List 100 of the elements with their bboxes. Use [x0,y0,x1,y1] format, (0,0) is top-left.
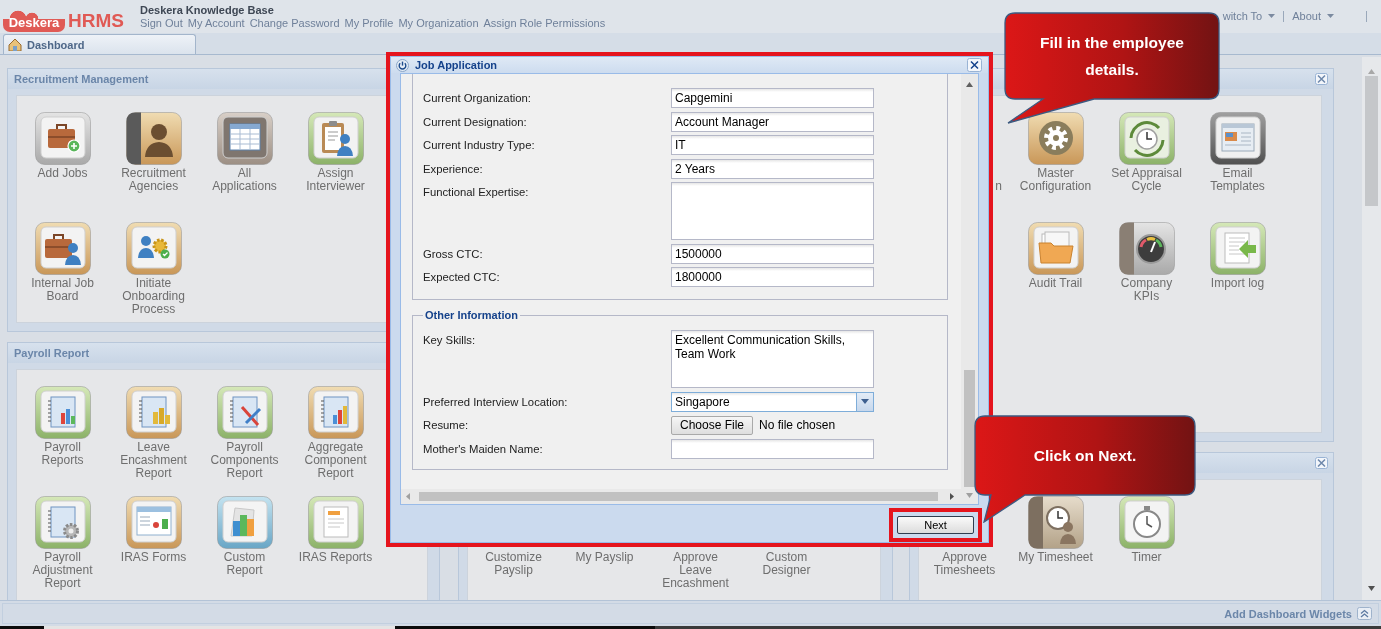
launcher-label[interactable]: Set Appraisal Cycle [1111,167,1182,193]
header-link[interactable]: Assign Role Permissions [483,17,606,29]
launcher-label[interactable]: Custom Designer [762,551,811,577]
field-label: Current Designation: [423,114,528,130]
launcher-label[interactable]: Custom Report [223,551,266,577]
form-icon[interactable] [124,495,183,551]
clock-arrows-icon[interactable] [1117,111,1176,167]
person-gear-icon[interactable] [124,221,183,277]
launcher-label[interactable]: Leave Encashment Report [120,441,187,480]
caret-down-icon [861,399,869,404]
folder-icon[interactable] [1026,221,1085,277]
header-link[interactable]: My Profile [344,17,394,29]
site-title: Deskera Knowledge Base [139,4,275,17]
combo-field[interactable]: Singapore [671,391,857,412]
document-icon[interactable] [306,495,365,551]
launcher-label[interactable]: Internal Job Board [31,277,94,303]
field-label: Current Organization: [423,91,532,106]
field-label: Gross CTC: [423,246,484,262]
header-link[interactable]: My Organization [398,17,479,29]
notebook-chart-icon[interactable] [33,385,92,441]
launcher-label[interactable]: IRAS Reports [298,551,373,564]
launcher-label[interactable]: Master Configuration [1019,167,1092,193]
launcher-label[interactable]: Payroll Adjustment Report [32,551,93,590]
notebook-tools-icon[interactable] [215,385,274,441]
launcher-label[interactable]: Customize Payslip [485,551,542,577]
menu-button[interactable]: About [1292,10,1334,22]
choose-file-button[interactable]: Choose File [671,415,754,435]
close-icon[interactable] [1315,73,1328,85]
field-label: Expected CTC: [423,270,501,285]
launcher-label[interactable]: IRAS Forms [120,551,187,564]
launcher-label[interactable]: n [995,180,1002,193]
notebook-gear-icon[interactable] [33,495,92,551]
gauge-icon[interactable] [1117,221,1176,277]
text-field[interactable]: Capgemini [671,88,874,108]
clock-person-icon[interactable] [1026,495,1085,551]
portlet-title: Recruitment Management [14,73,149,85]
logo-text: HRMS [68,10,124,32]
text-field[interactable]: Account Manager [671,111,874,132]
launcher-label[interactable]: Timer [1131,551,1162,564]
header-link[interactable]: Sign Out [139,17,183,29]
text-field[interactable]: 1800000 [671,267,874,287]
launcher-label[interactable]: Payroll Components Report [210,441,279,480]
launcher-label[interactable]: Email Templates [1210,167,1265,193]
field-label: Preferred Interview Location: [423,394,569,410]
field-label: Functional Expertise: [423,185,530,200]
text-area[interactable]: Excellent Communication Skills, Team Work [671,330,874,388]
gear-icon[interactable] [1026,111,1085,167]
text-field[interactable]: 2 Years [671,158,874,179]
launcher-label[interactable]: Payroll Reports [41,441,84,467]
file-status-text: No file chosen [759,418,836,432]
launcher-label[interactable]: Add Jobs [37,167,88,180]
header-link[interactable]: Change Password [249,17,340,29]
launcher-label[interactable]: All Applications [212,167,277,193]
caret-down-icon [1327,14,1334,18]
callout-text: Fill in the employee details. [1039,33,1185,80]
caret-down-icon [1268,14,1276,18]
launcher-label[interactable]: My Payslip [575,551,634,564]
callout-text: Click on Next. [1033,446,1137,466]
text-field[interactable]: 1500000 [671,243,874,264]
house-icon [8,38,22,51]
next-button[interactable]: Next [897,516,974,534]
bar-chart-icon[interactable] [215,495,274,551]
window-icon[interactable] [1208,111,1267,167]
notebook-chart-icon[interactable] [306,385,365,441]
field-label: Key Skills: [423,333,477,348]
launcher-label[interactable]: Approve Timesheets [933,551,996,577]
text-field[interactable] [671,438,874,459]
launcher-label[interactable]: Aggregate Component Report [304,441,367,480]
dropdown-button[interactable] [857,391,874,412]
clipboard-icon[interactable] [306,111,365,167]
vertical-scrollbar[interactable] [961,74,978,504]
text-area[interactable] [671,182,874,240]
menu-button[interactable]: witch To [1222,10,1276,22]
vertical-scrollbar[interactable] [1362,57,1381,600]
briefcase-person-icon[interactable] [33,221,92,277]
notebook-coins-icon[interactable] [124,385,183,441]
section-legend: Other Information [423,309,520,322]
portlet-title: Payroll Report [14,347,90,359]
dialog-title: Job Application [415,59,498,71]
tab[interactable]: Dashboard [3,34,196,54]
launcher-label[interactable]: Initiate Onboarding Process [122,277,185,316]
launcher-label[interactable]: Import log [1210,277,1265,290]
launcher-label[interactable]: My Timesheet [1018,551,1093,564]
close-icon[interactable] [1315,457,1328,469]
text-field[interactable]: IT [671,135,874,155]
person-silhouette-icon[interactable] [124,111,183,167]
close-icon[interactable] [967,58,982,72]
table-icon[interactable] [215,111,274,167]
add-widgets-link[interactable]: Add Dashboard Widgets [1224,607,1352,620]
launcher-label[interactable]: Assign Interviewer [306,167,365,193]
double-chevron-up-icon[interactable] [1357,607,1372,620]
launcher-label[interactable]: Recruitment Agencies [121,167,186,193]
field-label: Resume: [423,418,470,433]
launcher-label[interactable]: Company KPIs [1120,277,1173,303]
header-link[interactable]: My Account [187,17,245,29]
launcher-label[interactable]: Audit Trail [1028,277,1083,290]
launcher-label[interactable]: Approve Leave Encashment [662,551,729,590]
stopwatch-icon[interactable] [1117,495,1176,551]
briefcase-icon[interactable] [33,111,92,167]
horizontal-scrollbar[interactable] [401,489,961,504]
